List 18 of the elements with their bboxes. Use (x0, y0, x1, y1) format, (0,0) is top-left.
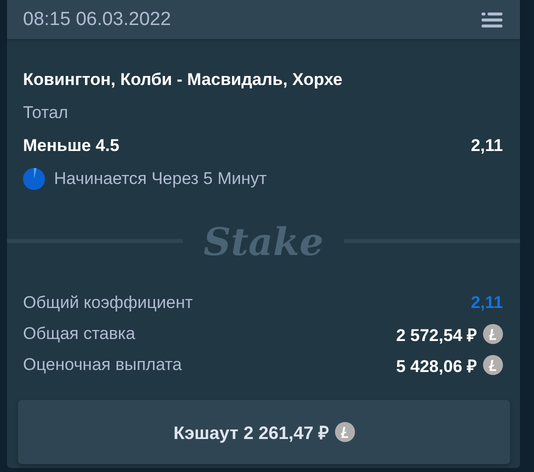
coin-icon (483, 355, 503, 375)
cashout-button[interactable]: Кэшаут 2 261,47 ₽ (18, 400, 510, 464)
pie-timer-icon (23, 168, 45, 190)
outcome-label: Меньше 4.5 (23, 136, 120, 156)
summary-label: Оценочная выплата (23, 355, 182, 375)
event-name: Ковингтон, Колби - Масвидаль, Хорхе (23, 70, 344, 90)
bet-datetime: 08:15 06.03.2022 (23, 8, 171, 30)
summary-label: Общая ставка (23, 324, 136, 344)
summary-value: 2,11 (470, 293, 503, 313)
list-icon[interactable] (481, 12, 503, 28)
coin-icon (483, 324, 503, 344)
coin-icon (334, 422, 355, 442)
start-status: Начинается Через 5 Минут (54, 169, 267, 189)
summary-value: 2 572,54 ₽ (396, 324, 477, 346)
summary-value: 5 428,06 ₽ (396, 356, 477, 376)
summary-label: Общий коэффициент (23, 293, 193, 313)
outcome-odds: 2,11 (470, 136, 503, 156)
market-name: Тотал (23, 103, 70, 123)
